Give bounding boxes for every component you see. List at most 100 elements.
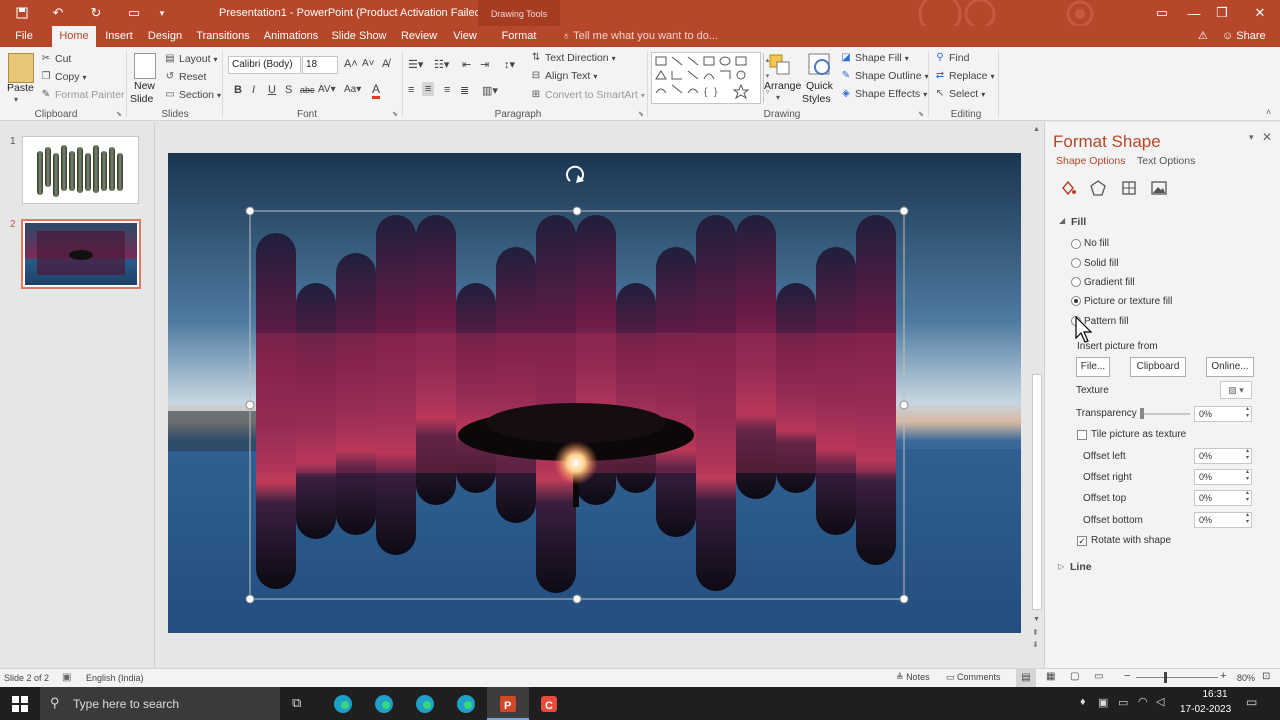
reset-button[interactable]: ↺ Reset — [164, 71, 207, 83]
numbering-button[interactable]: ☷▾ — [434, 58, 449, 71]
fill-line-icon[interactable] — [1059, 179, 1077, 197]
tile-label[interactable]: Tile picture as texture — [1091, 429, 1186, 440]
rotate-label[interactable]: Rotate with shape — [1091, 535, 1171, 546]
scroll-up-icon[interactable]: ▲ — [1033, 126, 1040, 133]
offset-right-input[interactable]: 0% — [1194, 469, 1252, 485]
clock-date[interactable]: 17-02-2023 — [1180, 704, 1231, 715]
arrange-dropdown-icon[interactable]: ▾ — [776, 93, 780, 102]
undo-icon[interactable]: ↶ — [48, 4, 68, 22]
select-button[interactable]: ↖ Select ▾ — [934, 88, 985, 100]
slide-2-canvas[interactable] — [168, 153, 1021, 633]
clock-time[interactable]: 16:31 — [1195, 689, 1235, 700]
tab-format[interactable]: Format — [494, 26, 544, 47]
clear-formatting-button[interactable]: A̸ — [382, 58, 389, 70]
slide-thumbnail-1[interactable] — [22, 136, 139, 204]
tab-shape-options[interactable]: Shape Options — [1056, 155, 1125, 167]
fit-slide-icon[interactable]: ⊡ — [1262, 671, 1270, 682]
redo-icon[interactable]: ↻ — [86, 4, 106, 22]
font-size-dropdown[interactable]: 18 — [302, 56, 338, 74]
decrease-indent-button[interactable]: ⇤ — [462, 58, 471, 71]
share-button[interactable]: ☺ Share — [1222, 30, 1266, 42]
shadow-button[interactable]: S — [285, 84, 292, 96]
size-properties-icon[interactable] — [1120, 179, 1138, 197]
customize-qat-icon[interactable]: ▾ — [152, 4, 172, 22]
zoom-level[interactable]: 80% — [1237, 673, 1255, 683]
volume-icon[interactable]: ◁ — [1156, 695, 1164, 708]
edge-icon[interactable] — [412, 691, 438, 717]
tab-slide-show[interactable]: Slide Show — [330, 26, 388, 47]
shape-outline-button[interactable]: ✎ Shape Outline ▾ — [840, 70, 929, 82]
paste-button[interactable]: Paste — [7, 82, 34, 94]
tab-home[interactable]: Home — [52, 26, 96, 47]
italic-button[interactable]: I — [252, 84, 255, 96]
arrange-button[interactable]: Arrange — [764, 80, 801, 92]
underline-button[interactable]: U — [268, 84, 276, 96]
align-right-button[interactable]: ≡ — [444, 84, 450, 96]
line-spacing-button[interactable]: ↕▾ — [504, 58, 515, 71]
gradient-fill-label[interactable]: Gradient fill — [1084, 277, 1135, 288]
online-button[interactable]: Online... — [1206, 357, 1254, 377]
new-slide-button-line1[interactable]: New — [134, 80, 155, 92]
expand-icon[interactable]: ▷ — [1058, 562, 1064, 571]
wifi-icon[interactable]: ◠ — [1138, 695, 1148, 708]
effects-icon[interactable] — [1089, 179, 1107, 197]
tab-insert[interactable]: Insert — [100, 26, 138, 47]
previous-slide-icon[interactable]: ⇞ — [1032, 628, 1039, 637]
tab-text-options[interactable]: Text Options — [1137, 155, 1195, 167]
edge-icon[interactable] — [453, 691, 479, 717]
section-button[interactable]: ▭ Section ▾ — [164, 89, 221, 101]
file-button[interactable]: File... — [1076, 357, 1110, 377]
reading-view-icon[interactable]: ▢ — [1070, 671, 1079, 682]
tab-design[interactable]: Design — [144, 26, 186, 47]
quick-styles-line2[interactable]: Styles — [802, 93, 831, 105]
scroll-down-icon[interactable]: ▼ — [1033, 616, 1040, 623]
offset-left-input[interactable]: 0% — [1194, 448, 1252, 464]
tab-review[interactable]: Review — [398, 26, 440, 47]
replace-button[interactable]: ⇄ Replace ▾ — [934, 70, 995, 82]
save-icon[interactable] — [12, 4, 32, 22]
notes-button[interactable]: ≜ Notes — [896, 672, 930, 683]
shape-effects-button[interactable]: ◈ Shape Effects ▾ — [840, 88, 927, 100]
zoom-slider[interactable] — [1136, 677, 1218, 678]
shrink-font-button[interactable]: A˅ — [362, 58, 375, 69]
align-left-button[interactable]: ≡ — [408, 84, 414, 96]
dialog-launcher-icon[interactable]: ⬊ — [638, 110, 644, 118]
grow-font-button[interactable]: A˄ — [344, 58, 358, 70]
tell-me-box[interactable]: ♁ Tell me what you want to do... — [562, 30, 718, 42]
new-slide-icon[interactable] — [134, 53, 156, 79]
format-painter-button[interactable]: ✎ Format Painter — [40, 89, 125, 101]
tab-transitions[interactable]: Transitions — [194, 26, 252, 47]
start-from-beginning-icon[interactable]: ▭ — [124, 4, 144, 22]
dialog-launcher-icon[interactable]: ⬊ — [918, 110, 924, 118]
dialog-launcher-icon[interactable]: ⬊ — [392, 110, 398, 118]
slide-sorter-icon[interactable]: ▦ — [1046, 671, 1055, 682]
scroll-thumb[interactable] — [1032, 374, 1042, 610]
layout-button[interactable]: ▤ Layout ▾ — [164, 53, 217, 65]
slide-thumbnail-2[interactable] — [21, 219, 141, 289]
no-fill-label[interactable]: No fill — [1084, 238, 1109, 249]
change-case-button[interactable]: Aa▾ — [344, 84, 361, 95]
solid-fill-label[interactable]: Solid fill — [1084, 258, 1118, 269]
close-pane-icon[interactable]: ✕ — [1262, 130, 1272, 144]
restore-icon[interactable]: ❐ — [1212, 4, 1232, 22]
find-button[interactable]: ⚲ Find — [934, 52, 969, 64]
collapse-ribbon-icon[interactable]: ˄ — [1266, 107, 1271, 117]
new-slide-button-line2[interactable]: Slide — [130, 93, 153, 105]
windows-start-icon[interactable] — [12, 696, 28, 712]
picture-fill-radio[interactable] — [1071, 296, 1081, 306]
notifications-icon[interactable]: ▭ — [1246, 695, 1257, 709]
increase-indent-button[interactable]: ⇥ — [480, 58, 489, 71]
dialog-launcher-icon[interactable]: ⬊ — [116, 110, 122, 118]
collapse-icon[interactable]: ◢ — [1059, 216, 1065, 225]
microphone-icon[interactable]: ♦ — [1080, 696, 1086, 708]
minimize-icon[interactable]: — — [1184, 4, 1204, 22]
tab-animations[interactable]: Animations — [260, 26, 322, 47]
character-spacing-button[interactable]: AV▾ — [318, 84, 336, 95]
tab-view[interactable]: View — [448, 26, 482, 47]
transparency-slider-thumb[interactable] — [1140, 408, 1144, 419]
section-fill[interactable]: Fill — [1071, 216, 1086, 228]
offset-bottom-input[interactable]: 0% — [1194, 512, 1252, 528]
ribbon-options-icon[interactable]: ▭ — [1152, 4, 1172, 22]
paste-icon[interactable] — [8, 53, 34, 83]
copy-button[interactable]: ❐ Copy ▾ — [40, 71, 87, 83]
